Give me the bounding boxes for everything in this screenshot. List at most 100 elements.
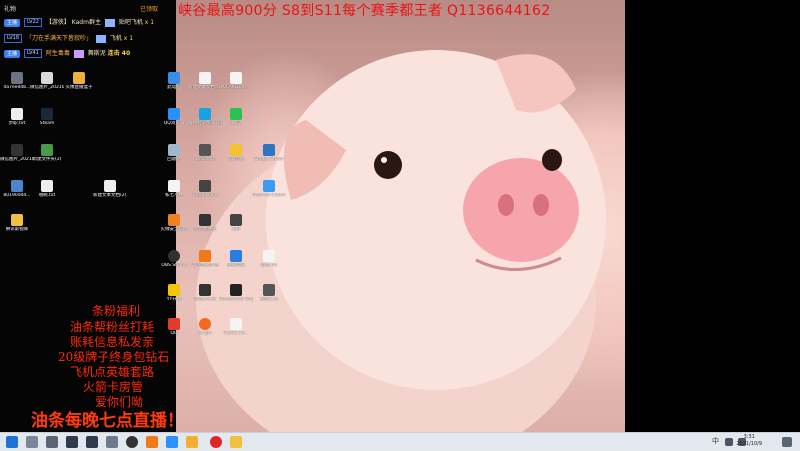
accelerator-icon	[199, 108, 211, 120]
desktop-icon[interactable]: Studio One	[188, 180, 222, 198]
desktop-icon[interactable]: OBS Studio	[157, 250, 191, 268]
search-icon[interactable]	[26, 436, 38, 448]
desktop-icon[interactable]: QQ	[157, 318, 191, 336]
desktop-icon[interactable]: 头像直播盒子	[62, 72, 96, 90]
internet-explorer-icon	[263, 180, 275, 192]
douyu-icon	[199, 250, 211, 262]
desktop-icon[interactable]: Steam	[30, 108, 64, 126]
notification-icon[interactable]	[782, 437, 792, 447]
wechat-icon	[230, 108, 242, 120]
text-file-icon	[11, 108, 23, 120]
desktop-icon[interactable]: 回收站	[157, 144, 191, 162]
desktop-icon[interactable]: 新建文件夹	[188, 214, 222, 232]
chat-header: 礼物 已领取	[0, 0, 176, 14]
yy-icon	[168, 284, 180, 296]
desktop-icon[interactable]: 新建.txt	[252, 250, 286, 268]
promo-headline: 油条每晚七点直播！	[31, 411, 184, 431]
penguin-esports-icon	[230, 250, 242, 262]
level-badge: LV41	[23, 49, 42, 58]
chat-message: 主播 LV41 阿生毒毒 舞斯泥 连击 40	[4, 48, 130, 60]
desktop-icon[interactable]: 新建文件夹	[188, 284, 222, 302]
right-black-area	[625, 0, 800, 432]
taskbar: 中 3:31 2021/10/9	[0, 432, 800, 451]
app-icon	[73, 72, 85, 84]
desktop-icon[interactable]: 微信图片_2021070...	[0, 144, 34, 162]
text-file-icon	[41, 180, 53, 192]
promo-line: 条粉福利	[92, 304, 141, 318]
wegame-icon	[199, 144, 211, 156]
desktop-icon[interactable]: 哦啊.txt	[30, 180, 64, 198]
gift-name: 舞斯泥	[87, 50, 106, 57]
app-icon[interactable]	[106, 436, 118, 448]
desktop-icon[interactable]: 80190dd4...	[0, 180, 34, 198]
huorong-icon	[168, 214, 180, 226]
start-icon[interactable]	[6, 436, 18, 448]
desktop-icon[interactable]: 新建文件夹(2)	[30, 144, 64, 162]
desktop-icon[interactable]: 截图工具	[252, 284, 286, 302]
desktop-icon[interactable]: 火绒安全软件	[157, 214, 191, 232]
stream-headline: 峡谷最高900分 S8到S11每个赛季都王者 Q1136644162	[178, 3, 551, 19]
desktop-icon[interactable]: QQ音乐	[219, 144, 253, 162]
desktop-icon[interactable]: 步职.txt	[0, 108, 34, 126]
desktop-icon[interactable]: YY开播	[157, 284, 191, 302]
desktop-icon[interactable]: Origin	[188, 318, 222, 336]
desktop-icon[interactable]: WeGame	[188, 144, 222, 162]
folder-icon	[11, 214, 23, 226]
qq-icon	[168, 318, 180, 330]
volume-icon[interactable]	[725, 438, 733, 446]
chat-claim-button[interactable]: 已领取	[140, 4, 158, 13]
gift-count: x 1	[144, 19, 155, 26]
desktop-icon[interactable]: 新建文本文档(2).txt	[93, 180, 127, 198]
desktop-icon[interactable]: 海豚网游加速器5.0	[188, 108, 222, 126]
browser-icon[interactable]	[166, 436, 178, 448]
desktop-icon[interactable]: Snagit Editor	[252, 144, 286, 162]
gift-icon	[73, 49, 84, 58]
chat-message: LV18 「刀在手满天下皆寂吵」 飞机 x 1	[4, 33, 133, 45]
file-explorer-icon[interactable]	[230, 436, 242, 448]
file-icon	[230, 318, 242, 330]
chat-username: 【游侠】 Kadm群主	[45, 19, 101, 26]
desktop-icon[interactable]: 腾讯影视库	[0, 214, 34, 232]
desktop-icon[interactable]: Steelseries Engine	[219, 284, 253, 302]
gift-count: x 1	[123, 35, 134, 42]
desktop-icon[interactable]: 新建文本文档.txt	[188, 72, 222, 90]
text-file-icon	[263, 250, 275, 262]
task-view-icon[interactable]	[46, 436, 58, 448]
folder-icon	[199, 214, 211, 226]
desktop-icon[interactable]: QQ浏览器	[157, 108, 191, 126]
desktop-icon[interactable]: 私七八楼	[157, 180, 191, 198]
app-icon[interactable]	[66, 436, 78, 448]
desktop-icon[interactable]: Internet Explorer	[252, 180, 286, 198]
folder-icon	[41, 144, 53, 156]
gift-name: 飞机	[109, 35, 122, 42]
clock[interactable]: 3:31 2021/10/9	[736, 434, 762, 448]
desktop-icon[interactable]: 斗鱼直播伴侣	[188, 250, 222, 268]
qq-music-icon	[230, 144, 242, 156]
text-file-icon	[104, 180, 116, 192]
desktop-icon[interactable]: 微信	[219, 108, 253, 126]
gift-name: 贴吧飞机	[118, 19, 143, 26]
snipping-tool-icon	[263, 284, 275, 296]
gift-icon	[95, 34, 106, 43]
desktop-icon[interactable]: 此电脑	[157, 72, 191, 90]
clock-date: 2021/10/9	[736, 441, 762, 447]
desktop-icon[interactable]: 企鹅电竞	[219, 250, 253, 268]
desktop-icon[interactable]: 微信图片_2021073...	[30, 72, 64, 90]
snagit-icon	[263, 144, 275, 156]
desktop-icon[interactable]: FA201-10...	[219, 318, 253, 336]
level-badge: LV18	[4, 34, 23, 43]
app-icon[interactable]	[210, 436, 222, 448]
obs-icon[interactable]	[126, 436, 138, 448]
anchor-badge: 主播	[4, 18, 21, 27]
tray-lang[interactable]: 中	[712, 436, 722, 448]
douyu-icon[interactable]	[146, 436, 158, 448]
desktop-icon[interactable]: 6f7901e4...	[219, 72, 253, 90]
desktop-icon[interactable]: 4a7eed4b...	[0, 72, 34, 90]
app-icon[interactable]	[86, 436, 98, 448]
folder-icon[interactable]	[186, 436, 198, 448]
file-icon	[168, 180, 180, 192]
desktop-icon[interactable]: 录屏	[219, 214, 253, 232]
screen-record-icon	[230, 214, 242, 226]
steelseries-icon	[230, 284, 242, 296]
recycle-bin-icon	[168, 144, 180, 156]
